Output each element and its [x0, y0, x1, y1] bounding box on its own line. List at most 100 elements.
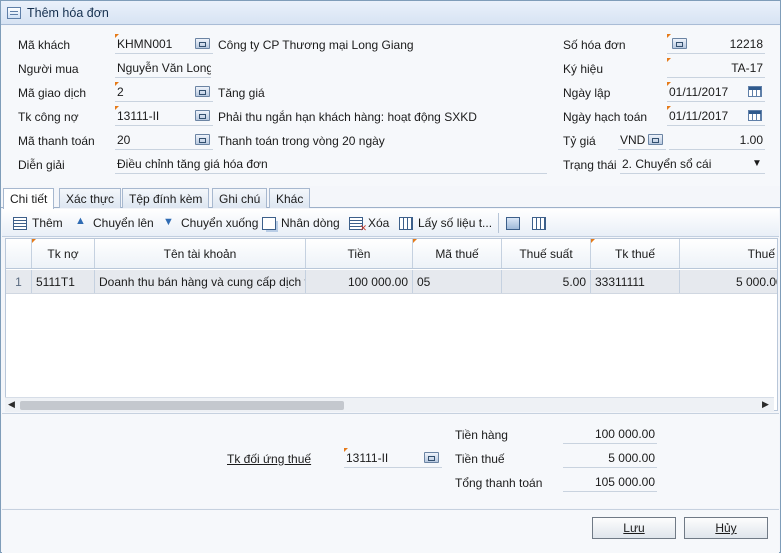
move-down-label: Chuyển xuống	[181, 216, 259, 230]
save-button[interactable]: Lưu	[592, 517, 676, 539]
tab-notes[interactable]: Ghi chú	[212, 188, 268, 208]
add-row-icon	[13, 216, 27, 230]
scrollbar-thumb[interactable]	[20, 401, 344, 410]
tab-authentication[interactable]: Xác thực	[59, 188, 122, 208]
add-row-label: Thêm	[32, 216, 63, 230]
duplicate-icon	[262, 216, 276, 230]
summary-panel: Tk đối ứng thuế 13111-II Tiền hàng 100 0…	[2, 413, 779, 508]
buyer-label: Người mua	[18, 62, 79, 76]
grid-header: Tk nợ Tên tài khoản Tiền Mã thuế Thuế su…	[6, 239, 777, 269]
delete-icon	[349, 216, 367, 234]
table-row[interactable]: 1 5111T1 Doanh thu bán hàng và cung cấp …	[6, 270, 777, 294]
arrow-up-icon	[74, 215, 88, 230]
chevron-down-icon[interactable]: ▼	[752, 158, 762, 169]
get-data-button[interactable]: Lấy số liệu t...	[399, 214, 492, 232]
total-label: Tổng thanh toán	[455, 476, 543, 490]
created-date-label: Ngày lập	[563, 86, 611, 100]
cancel-button[interactable]: Hủy	[684, 517, 768, 539]
cell-account-name[interactable]: Doanh thu bán hàng và cung cấp dịch vụ	[95, 270, 306, 293]
tax-amount-label: Tiền thuế	[455, 452, 505, 466]
invoice-no-lookup-icon[interactable]	[672, 38, 687, 49]
posting-date-label: Ngày hạch toán	[563, 110, 648, 124]
tab-details[interactable]: Chi tiết	[3, 188, 55, 209]
move-down-button[interactable]: Chuyển xuống	[162, 214, 258, 232]
goods-amount-value: 100 000.00	[563, 424, 657, 444]
status-select[interactable]: 2. Chuyển sổ cái	[620, 154, 765, 174]
get-data-icon	[399, 216, 413, 230]
cell-tax-code[interactable]: 05	[413, 270, 502, 293]
horizontal-scrollbar[interactable]: ◀ ▶	[5, 397, 774, 412]
toolbar-separator	[498, 213, 499, 233]
goods-amount-label: Tiền hàng	[455, 428, 508, 442]
column-header[interactable]: Tk nợ	[32, 239, 95, 268]
column-header[interactable]: Thuế	[680, 239, 777, 268]
debt-account-lookup-icon[interactable]	[195, 110, 210, 121]
scroll-right-icon[interactable]: ▶	[762, 399, 769, 410]
payment-name: Thanh toán trong vòng 20 ngày	[218, 134, 385, 148]
invoice-no-label: Số hóa đơn	[563, 38, 626, 52]
customer-code-label: Mã khách	[18, 38, 71, 52]
export-icon	[506, 216, 520, 230]
export-button[interactable]	[506, 214, 525, 232]
description-input[interactable]: Điều chỉnh tăng giá hóa đơn	[115, 154, 547, 174]
row-number: 1	[6, 270, 32, 293]
column-header[interactable]: Thuế suất	[502, 239, 591, 268]
cell-debit-account[interactable]: 5111T1	[32, 270, 95, 293]
column-header[interactable]: Tk thuế	[591, 239, 680, 268]
transaction-code-label: Mã giao dịch	[18, 86, 87, 100]
tax-contra-lookup-icon[interactable]	[424, 452, 439, 463]
debt-account-label: Tk công nợ	[18, 110, 79, 124]
columns-icon	[532, 216, 546, 230]
cancel-button-label: Hủy	[715, 521, 737, 535]
symbol-label: Ký hiệu	[563, 62, 604, 76]
delete-row-button[interactable]: Xóa	[349, 214, 390, 234]
scroll-left-icon[interactable]: ◀	[8, 399, 15, 410]
move-up-label: Chuyển lên	[93, 216, 154, 230]
status-label: Trạng thái	[563, 158, 617, 172]
invoice-header-form: Mã khách KHMN001 Công ty CP Thương mại L…	[1, 26, 780, 186]
add-row-button[interactable]: Thêm	[13, 214, 63, 232]
invoice-icon	[7, 6, 21, 19]
detail-toolbar: Thêm Chuyển lên Chuyển xuống Nhân dòng X…	[2, 209, 779, 237]
window-title: Thêm hóa đơn	[27, 5, 109, 20]
title-bar: Thêm hóa đơn	[1, 1, 780, 25]
column-header[interactable]: Mã thuế	[413, 239, 502, 268]
tab-bar: Chi tiết Xác thực Tệp đính kèm Ghi chú K…	[1, 187, 780, 209]
transaction-name: Tăng giá	[218, 86, 265, 100]
invoice-dialog: Thêm hóa đơn Mã khách KHMN001 Công ty CP…	[0, 0, 781, 553]
tab-attachments[interactable]: Tệp đính kèm	[122, 188, 210, 208]
customer-name: Công ty CP Thương mại Long Giang	[218, 38, 414, 52]
cell-amount[interactable]: 100 000.00	[306, 270, 413, 293]
detail-grid: Tk nợ Tên tài khoản Tiền Mã thuế Thuế su…	[5, 238, 778, 411]
calendar-icon[interactable]	[748, 86, 762, 97]
symbol-input[interactable]: TA-17	[667, 58, 765, 78]
buyer-input[interactable]: Nguyễn Văn Long	[115, 58, 211, 78]
customer-lookup-icon[interactable]	[195, 38, 210, 49]
payment-code-label: Mã thanh toán	[18, 134, 95, 148]
duplicate-row-button[interactable]: Nhân dòng	[262, 214, 340, 232]
move-up-button[interactable]: Chuyển lên	[74, 214, 154, 232]
get-data-label: Lấy số liệu t...	[418, 216, 493, 230]
tax-amount-value: 5 000.00	[563, 448, 657, 468]
exchange-rate-label: Tỷ giá	[563, 134, 596, 148]
payment-lookup-icon[interactable]	[195, 134, 210, 145]
currency-lookup-icon[interactable]	[648, 134, 663, 145]
arrow-down-icon	[162, 216, 176, 230]
delete-label: Xóa	[368, 216, 390, 230]
cell-tax-rate[interactable]: 5.00	[502, 270, 591, 293]
description-label: Diễn giải	[18, 158, 65, 172]
duplicate-label: Nhân dòng	[281, 216, 340, 230]
calendar-icon[interactable]	[748, 110, 762, 121]
transaction-lookup-icon[interactable]	[195, 86, 210, 97]
column-header[interactable]: Tên tài khoản	[95, 239, 306, 268]
tax-contra-account-label: Tk đối ứng thuế	[227, 452, 312, 466]
cell-tax-account[interactable]: 33311111	[591, 270, 680, 293]
cell-tax[interactable]: 5 000.00	[680, 270, 777, 293]
column-header[interactable]: Tiền	[306, 239, 413, 268]
columns-button[interactable]	[532, 214, 551, 232]
dialog-footer: Lưu Hủy	[2, 509, 779, 553]
row-number-header	[6, 239, 32, 268]
tab-other[interactable]: Khác	[269, 188, 311, 208]
exchange-rate-input[interactable]: 1.00	[669, 130, 765, 150]
total-value: 105 000.00	[563, 472, 657, 492]
